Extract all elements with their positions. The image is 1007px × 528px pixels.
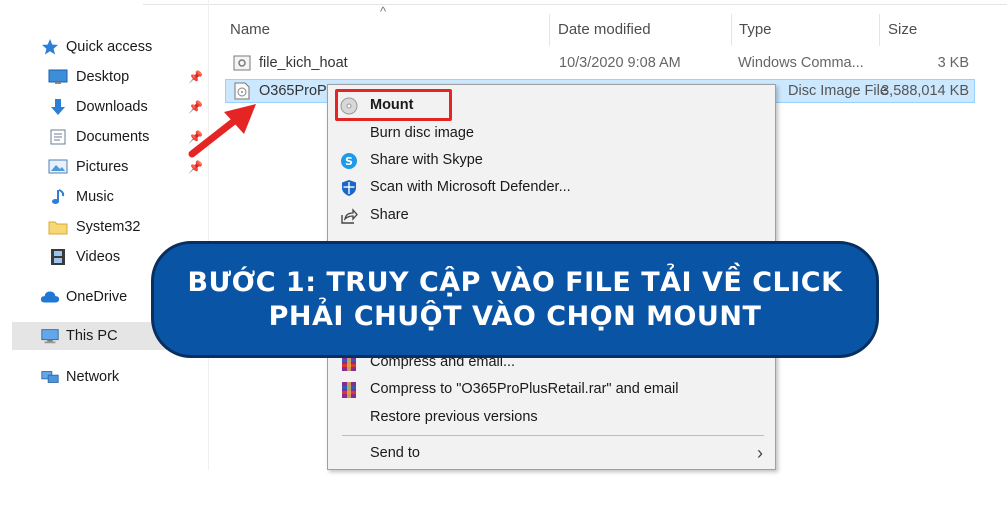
- menu-item-label: Burn disc image: [370, 125, 474, 141]
- script-file-icon: [233, 55, 251, 75]
- file-type: Windows Comma...: [738, 55, 864, 71]
- defender-shield-icon: [340, 179, 358, 197]
- nav-item-label: Downloads: [76, 99, 148, 115]
- menu-item-burn-disc-image[interactable]: Burn disc image: [328, 121, 775, 147]
- nav-item-system32[interactable]: System32: [0, 213, 209, 241]
- nav-item-label: Quick access: [66, 39, 153, 55]
- instruction-banner: BƯỚC 1: TRUY CẬP VÀO FILE TẢI VỀ CLICK P…: [151, 241, 879, 358]
- column-header-label: Date modified: [558, 20, 651, 38]
- pictures-icon: [48, 157, 68, 177]
- file-date: 10/3/2020 9:08 AM: [559, 55, 681, 71]
- menu-item-label: Share with Skype: [370, 152, 483, 168]
- banner-line-1: BƯỚC 1: TRUY CẬP VÀO FILE TẢI VỀ CLICK: [187, 266, 843, 298]
- nav-item-label: Network: [66, 369, 120, 385]
- music-note-icon: [48, 187, 68, 207]
- file-name: file_kich_hoat: [259, 55, 348, 71]
- nav-item-desktop[interactable]: Desktop 📌: [0, 63, 209, 91]
- nav-item-network[interactable]: Network: [0, 363, 209, 391]
- menu-item-share[interactable]: Share: [328, 203, 775, 229]
- column-header-date[interactable]: Date modified: [558, 10, 651, 48]
- menu-item-label: Restore previous versions: [370, 409, 538, 425]
- menu-item-send-to[interactable]: Send to ›: [328, 441, 775, 467]
- menu-item-label: Share: [370, 207, 409, 223]
- nav-item-label: Desktop: [76, 69, 130, 85]
- nav-item-label: This PC: [66, 328, 118, 344]
- film-icon: [48, 247, 68, 267]
- documents-icon: [48, 127, 68, 147]
- nav-item-downloads[interactable]: Downloads 📌: [0, 93, 209, 121]
- nav-item-label: Music: [76, 189, 114, 205]
- red-arrow-annotation: [188, 104, 256, 158]
- pane-divider: [208, 0, 209, 470]
- nav-item-documents[interactable]: Documents 📌: [0, 123, 209, 151]
- menu-item-restore-previous-versions[interactable]: Restore previous versions: [328, 405, 775, 431]
- nav-item-quick-access[interactable]: Quick access: [0, 33, 209, 61]
- nav-item-label: Videos: [76, 249, 121, 265]
- file-name: O365ProPl: [259, 83, 330, 99]
- network-icon: [40, 367, 60, 387]
- menu-separator: [342, 435, 764, 436]
- column-header-type[interactable]: Type: [739, 10, 772, 48]
- column-header-label: Type: [739, 20, 772, 38]
- column-header-name[interactable]: Name: [230, 10, 270, 48]
- nav-item-label: System32: [76, 219, 141, 235]
- mount-highlight-box: [335, 89, 452, 121]
- file-row[interactable]: file_kich_hoat 10/3/2020 9:08 AM Windows…: [225, 52, 975, 76]
- file-size: 3 KB: [937, 55, 969, 71]
- winrar-icon: [340, 381, 358, 399]
- menu-item-scan-defender[interactable]: Scan with Microsoft Defender...: [328, 175, 775, 201]
- nav-item-label: Pictures: [76, 159, 129, 175]
- cloud-icon: [40, 287, 60, 307]
- nav-item-music[interactable]: Music: [0, 183, 209, 211]
- nav-item-pictures[interactable]: Pictures 📌: [0, 153, 209, 181]
- pin-icon[interactable]: 📌: [188, 160, 203, 174]
- sort-up-icon: ^: [380, 4, 387, 19]
- folder-icon: [48, 217, 68, 237]
- share-icon: [340, 207, 358, 225]
- menu-item-label: Send to: [370, 445, 420, 461]
- nav-item-label: Documents: [76, 129, 150, 145]
- menu-item-label: Compress to "O365ProPlusRetail.rar" and …: [370, 381, 679, 397]
- star-icon: [40, 37, 60, 57]
- column-header-size[interactable]: Size: [888, 10, 917, 48]
- column-separator[interactable]: [549, 14, 550, 46]
- skype-icon: S: [340, 152, 358, 170]
- menu-item-label: Scan with Microsoft Defender...: [370, 179, 571, 195]
- desktop-icon: [48, 67, 68, 87]
- column-separator[interactable]: [879, 14, 880, 46]
- svg-text:S: S: [345, 155, 353, 168]
- menu-item-share-with-skype[interactable]: S Share with Skype: [328, 148, 775, 174]
- nav-item-label: OneDrive: [66, 289, 128, 305]
- banner-line-2: PHẢI CHUỘT VÀO CHỌN MOUNT: [268, 300, 762, 332]
- file-type: Disc Image File: [788, 83, 888, 99]
- computer-icon: [40, 326, 60, 346]
- menu-item-compress-to-rar-email[interactable]: Compress to "O365ProPlusRetail.rar" and …: [328, 377, 775, 403]
- column-separator[interactable]: [731, 14, 732, 46]
- pin-icon[interactable]: 📌: [188, 70, 203, 84]
- toolbar-edge: [143, 0, 1007, 5]
- chevron-right-icon: ›: [757, 443, 763, 463]
- column-header-label: Name: [230, 20, 271, 38]
- column-header-label: Size: [888, 20, 918, 38]
- navigation-pane: Quick access Desktop 📌 Downloads 📌 Docum…: [0, 0, 209, 470]
- file-size: 3,588,014 KB: [881, 83, 969, 99]
- download-arrow-icon: [48, 97, 68, 117]
